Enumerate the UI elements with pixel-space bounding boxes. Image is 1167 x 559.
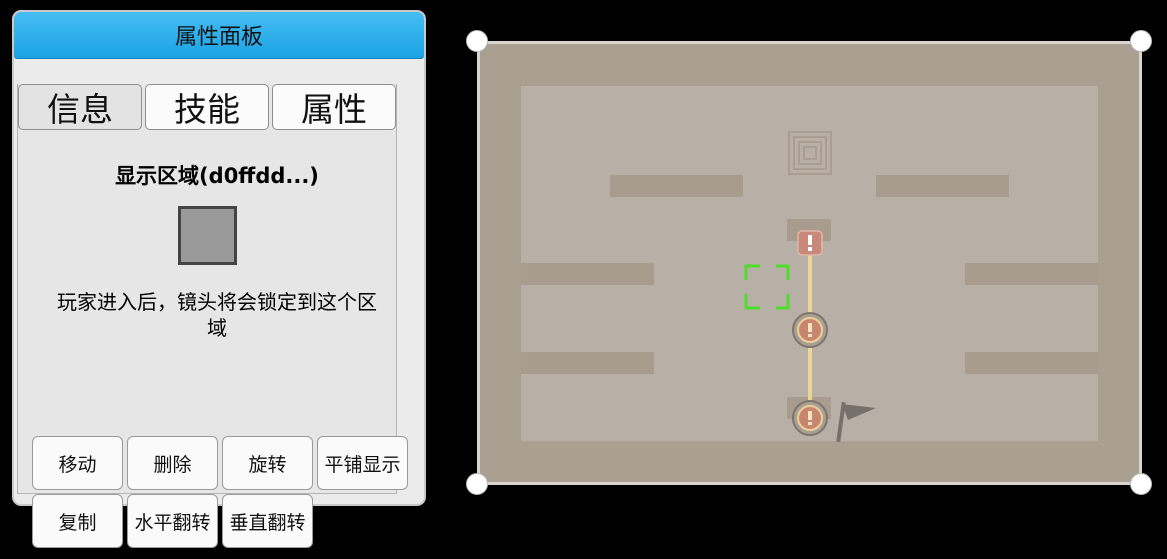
panel-header: 属性面板 — [14, 12, 424, 59]
wall-right-lower — [965, 352, 1098, 374]
wall-right-upper — [965, 263, 1098, 285]
map-scene — [521, 86, 1098, 443]
exclamation-marker-icon[interactable] — [797, 230, 823, 256]
resize-handle-top-right[interactable] — [1130, 30, 1152, 52]
wall-top-right — [876, 175, 1009, 197]
wall-left-upper — [521, 263, 654, 285]
resize-handle-bottom-left[interactable] — [466, 473, 488, 495]
region-title: 显示区域(d0ffdd...) — [115, 164, 319, 188]
resize-handle-bottom-right[interactable] — [1130, 473, 1152, 495]
tab-skill[interactable]: 技能 — [145, 84, 269, 130]
waypoint-icon[interactable] — [792, 312, 828, 348]
wall-left-lower — [521, 352, 654, 374]
resize-handle-top-left[interactable] — [466, 30, 488, 52]
copy-button[interactable]: 复制 — [32, 494, 123, 548]
tab-attributes[interactable]: 属性 — [272, 84, 396, 130]
wall-top-left — [610, 175, 743, 197]
flip-vertical-button[interactable]: 垂直翻转 — [222, 494, 313, 548]
rotate-button[interactable]: 旋转 — [222, 436, 313, 490]
tile-display-button[interactable]: 平铺显示 — [317, 436, 408, 490]
tab-info[interactable]: 信息 — [18, 84, 142, 130]
region-color-swatch[interactable] — [178, 206, 237, 265]
panel-title: 属性面板 — [174, 25, 263, 50]
region-description: 玩家进入后，镜头将会锁定到这个区域 — [57, 290, 377, 340]
map-canvas[interactable] — [477, 41, 1142, 485]
flip-horizontal-button[interactable]: 水平翻转 — [127, 494, 218, 548]
move-button[interactable]: 移动 — [32, 436, 123, 490]
waypoint-icon[interactable] — [792, 400, 828, 436]
delete-button[interactable]: 删除 — [127, 436, 218, 490]
